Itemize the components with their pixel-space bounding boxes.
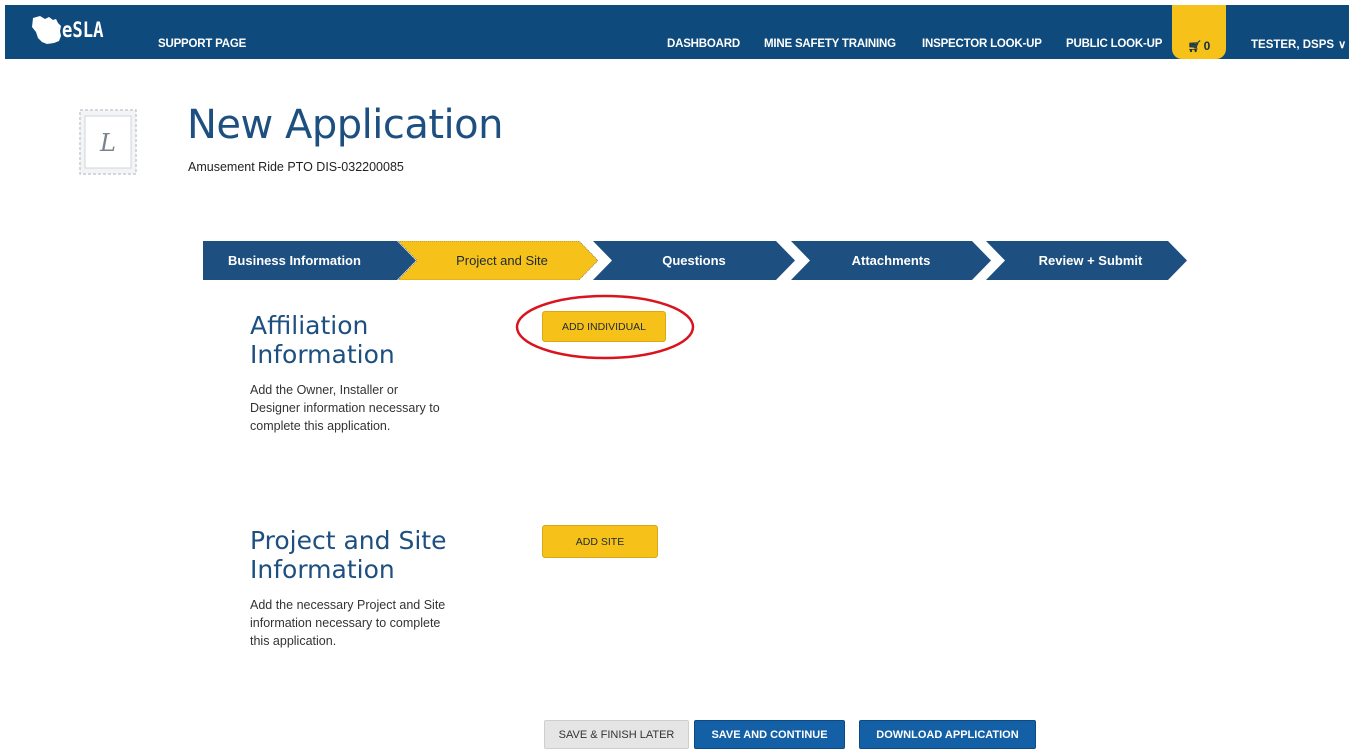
user-menu[interactable]: TESTER, DSPS ∨: [1251, 38, 1346, 51]
seal-icon: L: [79, 109, 137, 175]
progress-stepper: Business Information Project and Site Qu…: [203, 241, 1193, 280]
user-name: TESTER, DSPS: [1251, 39, 1335, 51]
step-label: Business Information: [228, 253, 361, 268]
nav-inspector-look-up[interactable]: INSPECTOR LOOK-UP: [922, 38, 1042, 50]
save-finish-later-button[interactable]: SAVE & FINISH LATER: [544, 720, 689, 749]
add-site-button[interactable]: ADD SITE: [542, 525, 658, 558]
logo[interactable]: eSLA: [30, 12, 113, 48]
cart-icon: 🛒︎: [1187, 41, 1202, 53]
page-title: New Application: [187, 102, 503, 148]
step-label: Project and Site: [456, 253, 548, 268]
wisconsin-state-icon: [32, 16, 61, 44]
top-navigation: eSLA SUPPORT PAGE DASHBOARD MINE SAFETY …: [0, 0, 1357, 59]
step-business-information[interactable]: Business Information: [203, 241, 416, 280]
save-and-continue-button[interactable]: SAVE AND CONTINUE: [694, 720, 845, 749]
page-subtitle: Amusement Ride PTO DIS-032200085: [188, 160, 404, 174]
step-project-and-site[interactable]: Project and Site: [398, 241, 598, 280]
nav-band: [5, 5, 1349, 59]
cart-count: 0: [1203, 39, 1211, 53]
logo-text: eSLA: [62, 18, 104, 42]
chevron-down-icon: ∨: [1338, 39, 1347, 51]
nav-mine-safety-training[interactable]: MINE SAFETY TRAINING: [764, 38, 896, 50]
step-label: Review + Submit: [1038, 253, 1143, 268]
nav-public-look-up[interactable]: PUBLIC LOOK-UP: [1066, 38, 1162, 50]
affiliation-description: Add the Owner, Installer or Designer inf…: [250, 383, 440, 433]
add-individual-button[interactable]: ADD INDIVIDUAL: [542, 311, 666, 342]
cart-button[interactable]: 🛒︎ 0: [1172, 5, 1226, 59]
step-review-submit[interactable]: Review + Submit: [986, 241, 1187, 280]
nav-support-page[interactable]: SUPPORT PAGE: [158, 38, 246, 50]
step-label: Questions: [662, 253, 726, 268]
project-site-title: Project and Site Information: [250, 526, 447, 584]
step-attachments[interactable]: Attachments: [791, 241, 991, 280]
svg-text:L: L: [99, 129, 116, 157]
step-label: Attachments: [851, 253, 931, 268]
project-site-description: Add the necessary Project and Site infor…: [250, 598, 446, 648]
step-questions[interactable]: Questions: [593, 241, 795, 280]
download-application-button[interactable]: DOWNLOAD APPLICATION: [859, 720, 1036, 749]
nav-dashboard[interactable]: DASHBOARD: [667, 38, 740, 50]
affiliation-title: Affiliation Information: [250, 311, 395, 369]
